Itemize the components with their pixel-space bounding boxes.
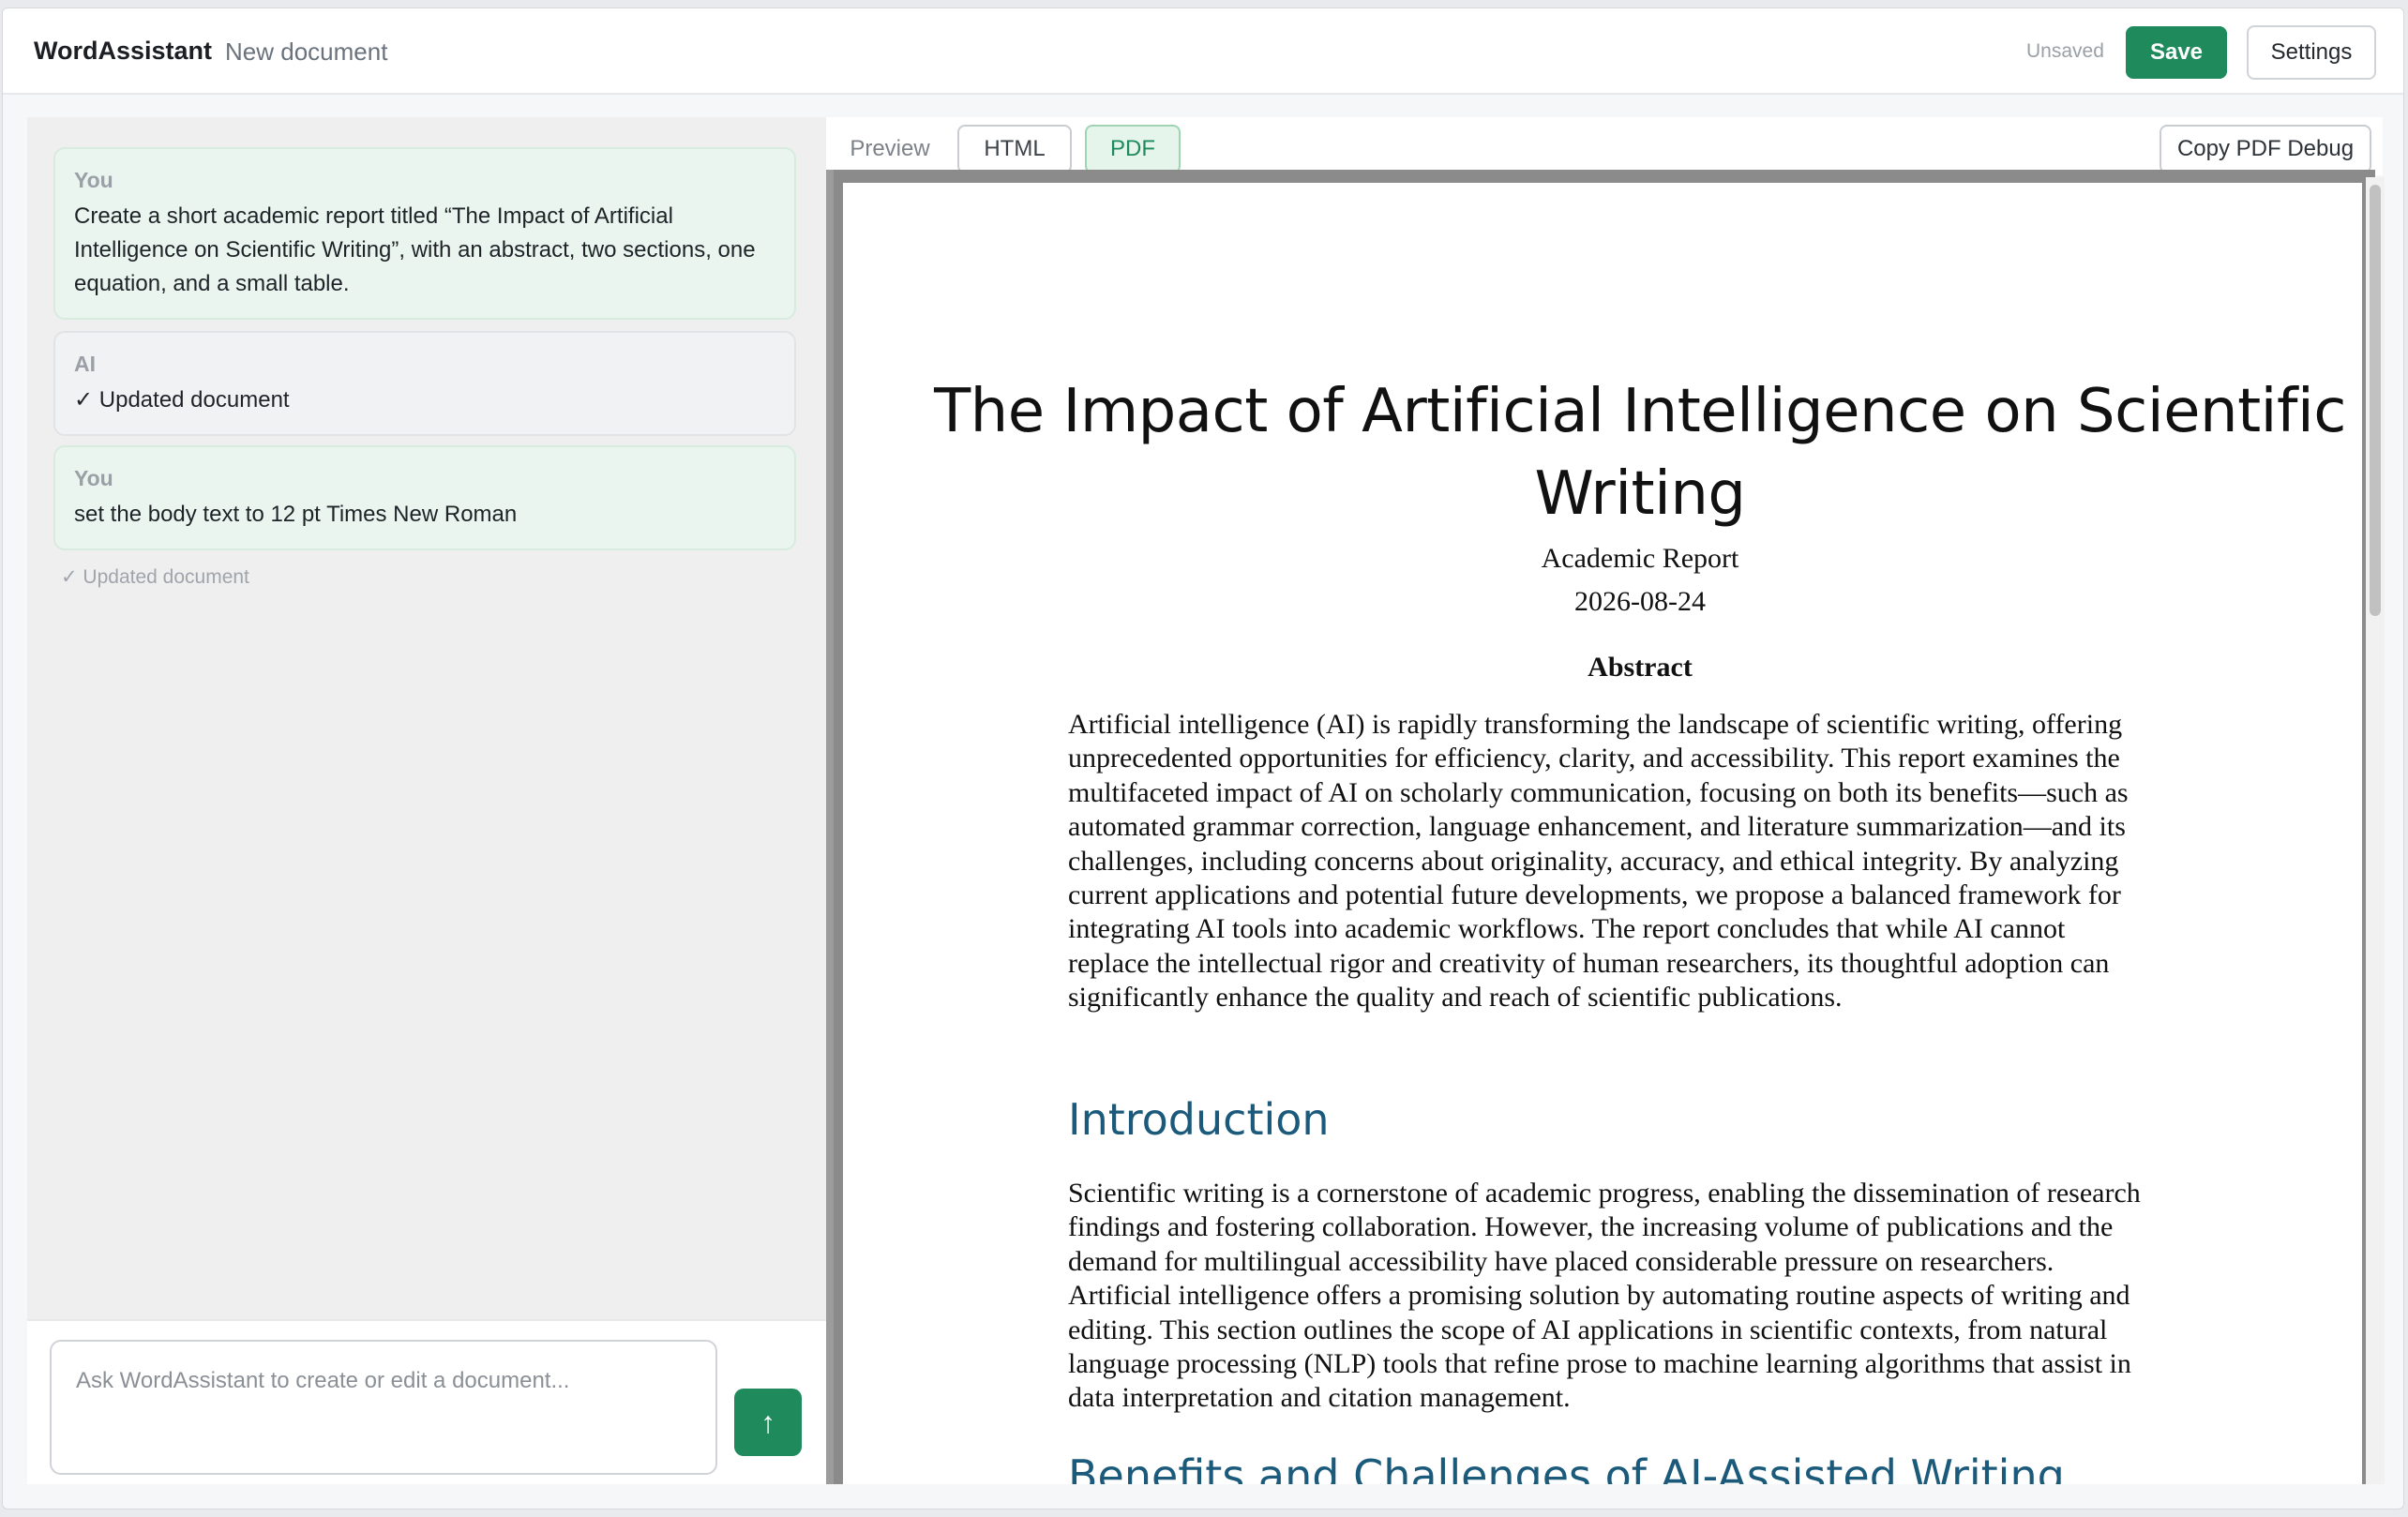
section-heading-introduction: Introduction: [1068, 1094, 1330, 1145]
update-status: ✓ Updated document: [61, 566, 249, 588]
chat-composer: ↑: [27, 1319, 827, 1484]
message-author: You: [74, 466, 113, 490]
tab-html[interactable]: HTML: [957, 125, 1072, 173]
send-button[interactable]: ↑: [734, 1389, 802, 1456]
chat-message-user: You set the body text to 12 pt Times New…: [53, 445, 796, 550]
chat-message-ai: AI ✓ Updated document: [53, 331, 796, 436]
app-title: WordAssistant: [34, 37, 213, 65]
chat-message-user: You Create a short academic report title…: [53, 147, 796, 320]
document-subtitle: Academic Report: [1541, 543, 1739, 574]
chat-input[interactable]: [50, 1340, 717, 1475]
tab-pdf[interactable]: PDF: [1085, 125, 1181, 173]
save-button[interactable]: Save: [2126, 26, 2227, 79]
pdf-viewer[interactable]: The Impact of Artificial Intelligence on…: [826, 170, 2375, 1484]
settings-button[interactable]: Settings: [2247, 25, 2376, 80]
section-heading-benefits: Benefits and Challenges of AI-Assisted W…: [1068, 1450, 2065, 1484]
message-text: Create a short academic report titled “T…: [74, 203, 756, 296]
message-author: You: [74, 168, 113, 192]
abstract-heading: Abstract: [1588, 652, 1693, 683]
pdf-scrollbar[interactable]: [2366, 177, 2385, 1484]
viewer-tabs: Preview HTML PDF Copy PDF Debug: [826, 117, 2383, 175]
document-date: 2026-08-24: [1574, 586, 1706, 617]
document-name[interactable]: New document: [225, 38, 387, 67]
save-status: Unsaved: [2026, 40, 2104, 62]
document-title: The Impact of Artificial Intelligence on…: [934, 377, 2346, 529]
scrollbar-thumb[interactable]: [2370, 185, 2381, 616]
message-text: ✓ Updated document: [74, 387, 290, 413]
chat-panel: You Create a short academic report title…: [27, 117, 827, 1484]
pdf-page: The Impact of Artificial Intelligence on…: [843, 183, 2362, 1484]
message-text: set the body text to 12 pt Times New Rom…: [74, 502, 518, 527]
tab-preview[interactable]: Preview: [839, 125, 941, 173]
introduction-text: Scientific writing is a cornerstone of a…: [1068, 1178, 2141, 1414]
message-author: AI: [74, 352, 96, 376]
app-header: WordAssistant New document Unsaved Save …: [3, 8, 2403, 95]
copy-pdf-debug-button[interactable]: Copy PDF Debug: [2160, 125, 2371, 173]
abstract-text: Artificial intelligence (AI) is rapidly …: [1068, 709, 2129, 1014]
arrow-up-icon: ↑: [760, 1404, 775, 1439]
app-window: WordAssistant New document Unsaved Save …: [2, 8, 2404, 1509]
